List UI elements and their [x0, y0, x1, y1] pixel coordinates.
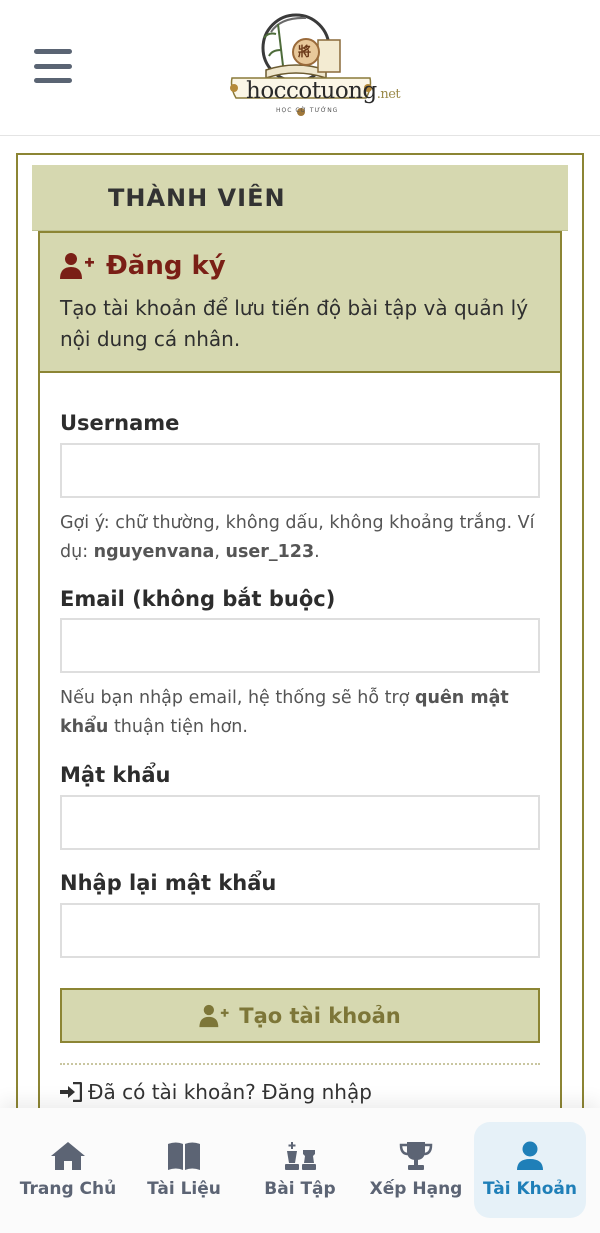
username-label: Username [60, 411, 180, 435]
menu-bar [34, 49, 72, 54]
trophy-icon [399, 1142, 433, 1170]
email-hint-text: Nếu bạn nhập email, hệ thống sẽ hỗ trợ [60, 688, 415, 708]
nav-item-account[interactable]: Tài Khoản [474, 1122, 586, 1218]
create-account-button[interactable]: Tạo tài khoản [60, 988, 540, 1043]
email-hint-end: thuận tiện hơn. [108, 717, 248, 737]
register-title-row: Đăng ký [60, 251, 226, 281]
email-label: Email (không bắt buộc) [60, 587, 336, 611]
register-card-header: Đăng ký Tạo tài khoản để lưu tiến độ bài… [40, 233, 560, 373]
user-plus-icon [199, 1004, 229, 1027]
login-link[interactable]: Đã có tài khoản? Đăng nhập [60, 1080, 372, 1104]
menu-button[interactable] [34, 49, 72, 83]
password-label: Mật khẩu [60, 763, 171, 787]
nav-label-docs: Tài Liệu [147, 1179, 221, 1199]
book-icon [168, 1142, 200, 1170]
logo-tld: .net [376, 87, 401, 102]
logo-piece-glyph: 將 [298, 45, 312, 60]
email-hint: Nếu bạn nhập email, hệ thống sẽ hỗ trợ q… [60, 684, 545, 742]
username-example-1: nguyenvana [93, 542, 215, 562]
home-icon [51, 1142, 85, 1170]
bottom-nav: Trang Chủ Tài Liệu Bài Tập Xếp Hạng Tài … [0, 1108, 600, 1233]
nav-item-exercises[interactable]: Bài Tập [244, 1122, 356, 1218]
username-hint-end: . [314, 542, 320, 562]
nav-item-home[interactable]: Trang Chủ [12, 1122, 124, 1218]
email-input[interactable] [60, 618, 540, 673]
nav-item-docs[interactable]: Tài Liệu [128, 1122, 240, 1218]
login-link-label: Đã có tài khoản? Đăng nhập [88, 1080, 372, 1104]
password-confirm-input[interactable] [60, 903, 540, 958]
username-example-2: user_123 [225, 542, 315, 562]
nav-label-home: Trang Chủ [19, 1179, 117, 1199]
site-logo[interactable]: 將 hoccotuong.net HỌC CỜ TƯỚNG [226, 12, 401, 124]
register-description: Tạo tài khoản để lưu tiến độ bài tập và … [60, 296, 529, 351]
nav-label-account: Tài Khoản [483, 1179, 577, 1199]
app-header: 將 hoccotuong.net HỌC CỜ TƯỚNG [0, 0, 600, 136]
password-confirm-label: Nhập lại mật khẩu [60, 871, 277, 895]
form-divider [60, 1063, 540, 1065]
logo-tagline: HỌC CỜ TƯỚNG [276, 107, 339, 114]
logo-wordmark: hoccotuong.net [246, 78, 401, 104]
user-plus-icon [60, 253, 94, 279]
section-header: THÀNH VIÊN [32, 165, 568, 231]
nav-label-exercises: Bài Tập [264, 1179, 336, 1199]
register-title: Đăng ký [106, 251, 226, 281]
username-input[interactable] [60, 443, 540, 498]
username-hint-separator: , [214, 542, 226, 562]
username-hint: Gợi ý: chữ thường, không dấu, không khoả… [60, 509, 545, 567]
sign-in-icon [60, 1082, 82, 1102]
nav-item-ranking[interactable]: Xếp Hạng [360, 1122, 472, 1218]
password-input[interactable] [60, 795, 540, 850]
menu-bar [34, 78, 72, 83]
chess-icon [285, 1142, 316, 1170]
logo-brand: hoccotuong [246, 78, 377, 104]
menu-bar [34, 63, 72, 69]
section-title: THÀNH VIÊN [108, 184, 286, 212]
nav-label-ranking: Xếp Hạng [369, 1179, 463, 1199]
user-icon [517, 1141, 543, 1170]
create-account-label: Tạo tài khoản [239, 1003, 401, 1028]
